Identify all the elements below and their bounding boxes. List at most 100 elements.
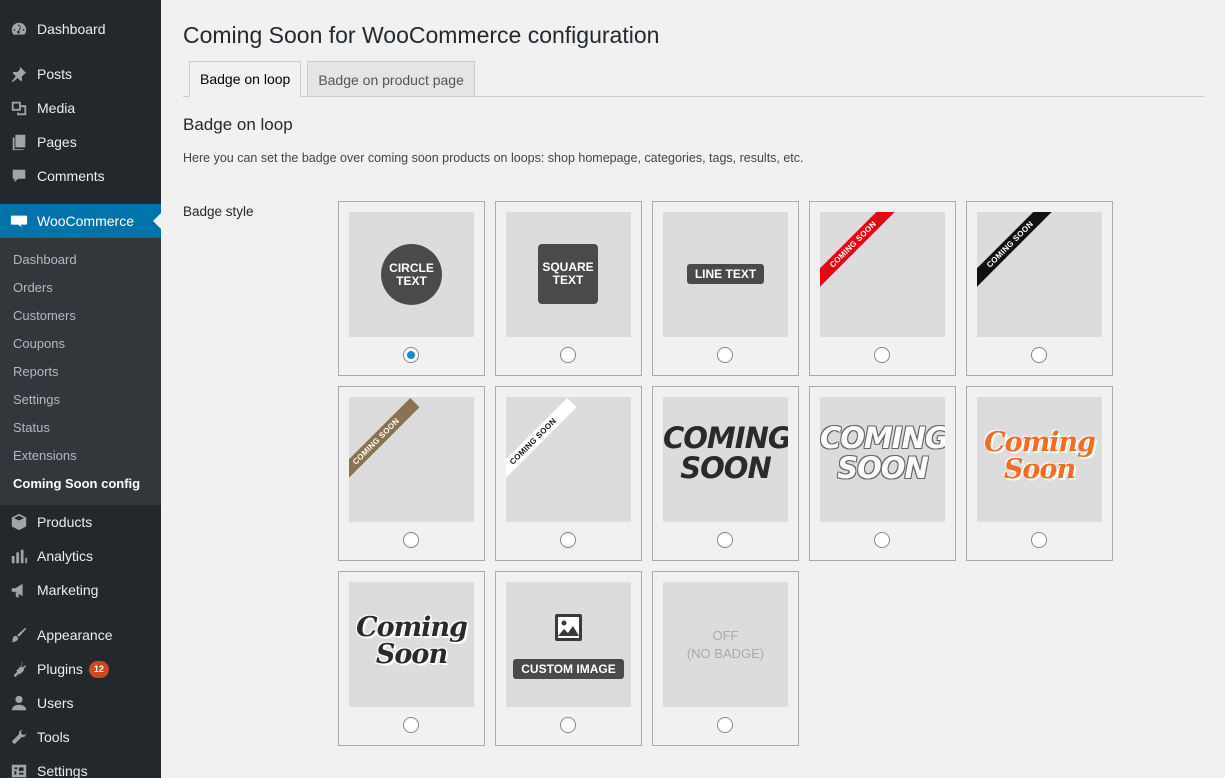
big-dark-text: COMING SOON [663,423,788,483]
badge-option-big-white[interactable]: COMING SOON [809,386,956,561]
badge-option-ribbon-brown[interactable]: COMING SOON [338,386,485,561]
menu-item-plugins[interactable]: Plugins 12 [0,652,161,686]
box-icon [9,512,29,532]
submenu-item-orders[interactable]: Orders [13,280,53,295]
badge-preview: COMING SOON [820,212,945,337]
submenu-item-dashboard[interactable]: Dashboard [13,252,77,267]
menu-item-analytics[interactable]: Analytics [0,539,161,573]
submenu-item-status[interactable]: Status [13,420,50,435]
plug-icon [9,659,29,679]
badge-preview: OFF (NO BADGE) [663,582,788,707]
badge-option-ribbon-black[interactable]: COMING SOON [966,201,1113,376]
tab-badge-on-product-page[interactable]: Badge on product page [307,61,475,97]
ribbon-white-text: COMING SOON [506,398,577,485]
menu-item-appearance[interactable]: Appearance [0,618,161,652]
ribbon-red-text: COMING SOON [820,212,897,288]
script-dark-line2: Soon [375,639,448,670]
badge-radio[interactable] [403,717,419,733]
big-white-text: COMING SOON [820,423,945,483]
settings-icon [9,761,29,778]
badge-option-ribbon-white[interactable]: COMING SOON [495,386,642,561]
menu-label: Marketing [37,582,99,598]
badge-radio[interactable] [403,532,419,548]
section-description: Here you can set the badge over coming s… [183,151,804,165]
badge-option-big-dark[interactable]: COMING SOON [652,386,799,561]
menu-item-settings[interactable]: Settings [0,754,161,778]
badge-radio[interactable] [874,347,890,363]
badge-radio[interactable] [1031,347,1047,363]
badge-preview: COMING SOON [663,397,788,522]
big-dark-line2: SOON [680,451,771,485]
badge-preview: COMING SOON [820,397,945,522]
ribbon-brown-text: COMING SOON [349,398,420,485]
menu-label: Users [37,695,74,711]
badge-option-off[interactable]: OFF (NO BADGE) [652,571,799,746]
badge-radio[interactable] [874,532,890,548]
menu-item-pages[interactable]: Pages [0,125,161,159]
badge-radio[interactable] [560,717,576,733]
submenu-item-extensions[interactable]: Extensions [13,448,77,463]
tab-bar: Badge on loop Badge on product page [189,61,481,97]
script-orange-line1: Coming [984,427,1096,458]
menu-label: Tools [37,729,70,745]
menu-item-media[interactable]: Media [0,91,161,125]
tab-badge-on-loop[interactable]: Badge on loop [189,61,302,97]
menu-item-products[interactable]: Products [0,505,161,539]
submenu-item-customers[interactable]: Customers [13,308,76,323]
menu-label: Media [37,100,76,116]
big-white-line2: SOON [837,451,928,485]
badge-option-square[interactable]: SQUARE TEXT [495,201,642,376]
menu-item-woocommerce[interactable]: WooCommerce [0,204,161,238]
badge-option-script-orange[interactable]: Coming Soon [966,386,1113,561]
menu-label: Settings [37,763,88,778]
script-orange-line2: Soon [1003,454,1076,485]
user-icon [9,693,29,713]
no-badge-text: OFF (NO BADGE) [663,627,788,663]
menu-item-dashboard[interactable]: Dashboard [0,12,161,46]
ribbon-black-text: COMING SOON [977,212,1054,288]
menu-item-marketing[interactable]: Marketing [0,573,161,607]
badge-option-script-dark[interactable]: Coming Soon [338,571,485,746]
badge-radio[interactable] [1031,532,1047,548]
menu-label: Appearance [37,627,113,643]
off-line1: OFF [712,628,739,643]
menu-label: Analytics [37,548,94,564]
media-icon [9,98,29,118]
badge-radio[interactable] [560,347,576,363]
badge-option-line[interactable]: LINE TEXT [652,201,799,376]
menu-label: Dashboard [37,21,106,37]
badge-option-circle[interactable]: CIRCLE TEXT [338,201,485,376]
square-badge-text: SQUARE TEXT [538,244,598,304]
megaphone-icon [9,580,29,600]
badge-preview: SQUARE TEXT [506,212,631,337]
image-icon [555,614,582,641]
submenu-item-coming-soon-config[interactable]: Coming Soon config [13,476,140,491]
menu-item-tools[interactable]: Tools [0,720,161,754]
big-white-line1: COMING [820,421,945,455]
section-title: Badge on loop [183,115,293,134]
menu-item-comments[interactable]: Comments [0,159,161,193]
menu-item-users[interactable]: Users [0,686,161,720]
badge-radio[interactable] [717,347,733,363]
badge-option-custom-image[interactable]: CUSTOM IMAGE [495,571,642,746]
badge-radio[interactable] [717,717,733,733]
menu-item-posts[interactable]: Posts [0,57,161,91]
off-line2: (NO BADGE) [686,646,765,661]
line-badge-text: LINE TEXT [687,264,764,284]
submenu-item-settings[interactable]: Settings [13,392,60,407]
badge-option-ribbon-red[interactable]: COMING SOON [809,201,956,376]
menu-label: Comments [37,168,105,184]
woocommerce-icon [9,211,29,231]
submenu-item-coupons[interactable]: Coupons [13,336,65,351]
comment-icon [9,166,29,186]
badge-radio[interactable] [403,347,419,363]
badge-radio[interactable] [560,532,576,548]
wrench-icon [9,727,29,747]
script-dark-text: Coming Soon [349,614,474,668]
submenu-item-reports[interactable]: Reports [13,364,59,379]
badge-radio[interactable] [717,532,733,548]
menu-label: Plugins [37,661,83,677]
menu-label: Posts [37,66,73,82]
script-dark-line1: Coming [356,612,468,643]
bar-chart-icon [9,546,29,566]
